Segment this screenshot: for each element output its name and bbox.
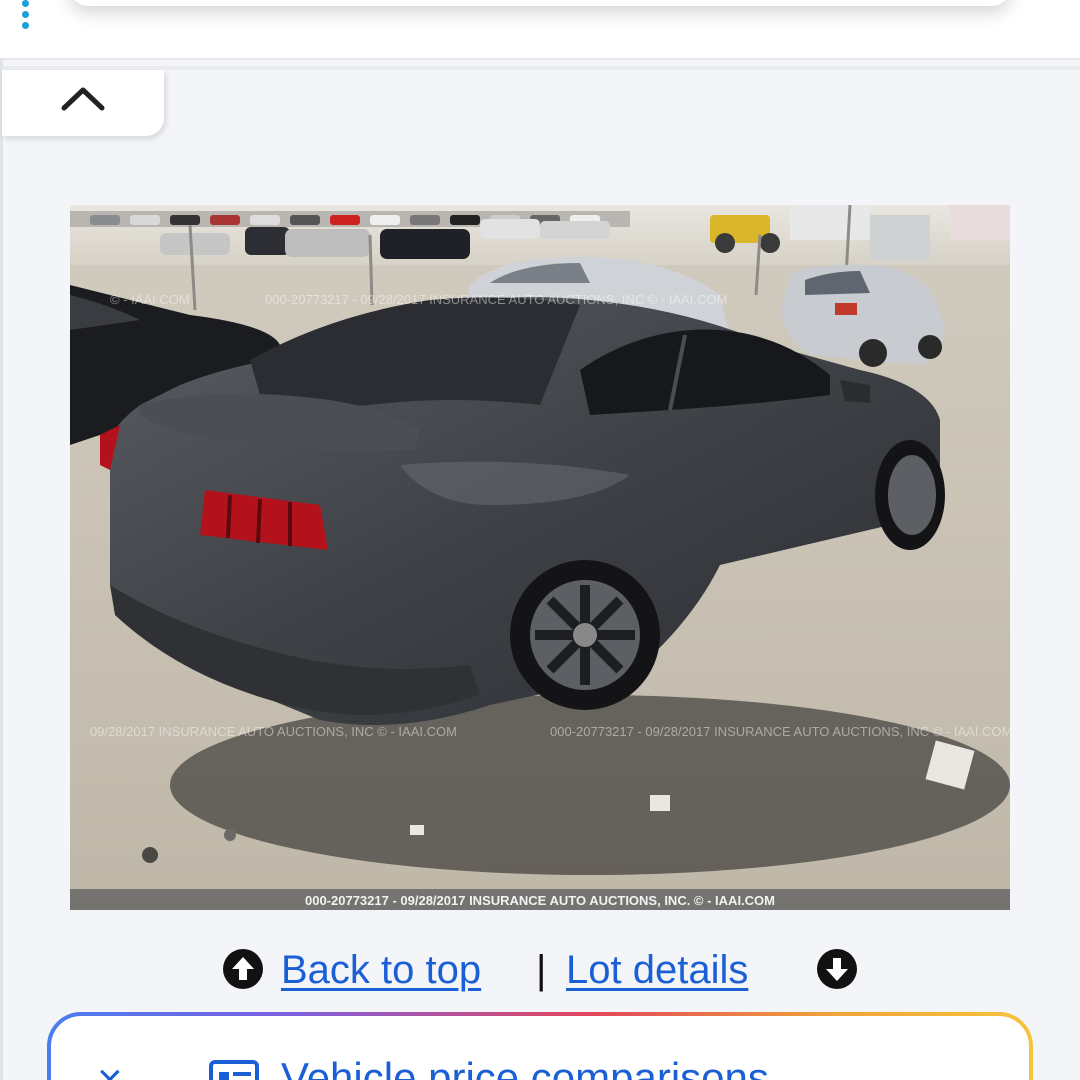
page: © - IAAI.COM 000-20773217 - 09/28/2017 I…	[0, 0, 1080, 1080]
arrow-up-circle-icon[interactable]	[222, 948, 264, 990]
collapse-button[interactable]	[2, 70, 164, 136]
search-bar-shadow	[70, 0, 1010, 6]
price-comparisons-title[interactable]: Vehicle price comparisons	[281, 1054, 769, 1080]
chevron-up-icon	[61, 87, 105, 111]
watermark-top: 000-20773217 - 09/28/2017 INSURANCE AUTO…	[265, 292, 727, 307]
arrow-down-circle-icon[interactable]	[816, 948, 858, 990]
photo-caption: 000-20773217 - 09/28/2017 INSURANCE AUTO…	[305, 893, 775, 908]
vehicle-photo[interactable]: © - IAAI.COM 000-20773217 - 09/28/2017 I…	[70, 205, 1010, 910]
close-icon[interactable]: ×	[97, 1058, 123, 1080]
vehicle-price-comparisons-card[interactable]: × Vehicle price comparisons	[47, 1012, 1033, 1080]
nav-separator: |	[536, 948, 547, 992]
list-icon	[209, 1060, 259, 1080]
watermark-mid-left: 09/28/2017 INSURANCE AUTO AUCTIONS, INC …	[90, 724, 457, 739]
watermark-mid: 000-20773217 - 09/28/2017 INSURANCE AUTO…	[550, 724, 1010, 739]
watermark-top-left: © - IAAI.COM	[110, 292, 190, 307]
back-to-top-link[interactable]: Back to top	[281, 944, 481, 996]
photo-navigation: Back to top | Lot details	[0, 940, 1080, 1000]
lot-details-link[interactable]: Lot details	[566, 944, 748, 996]
browser-top-strip	[0, 0, 1080, 60]
vertical-dots-icon[interactable]	[20, 0, 30, 34]
left-edge	[0, 58, 3, 1080]
